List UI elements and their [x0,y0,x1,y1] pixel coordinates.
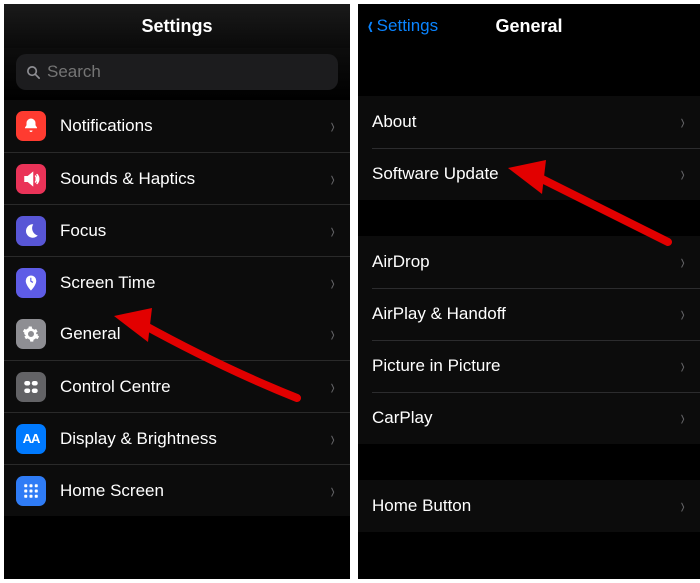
row-label: AirDrop [372,252,679,272]
row-label: About [372,112,679,132]
row-about[interactable]: About › [358,96,700,148]
chevron-right-icon: › [330,321,334,347]
group-gap [358,200,700,236]
chevron-right-icon: › [680,493,684,519]
sounds-icon [16,164,46,194]
row-label: Control Centre [60,377,329,397]
control-centre-icon [16,372,46,402]
row-focus[interactable]: Focus › [4,204,350,256]
row-label: General [60,324,329,344]
row-label: Software Update [372,164,679,184]
group-gap [358,444,700,480]
search-field[interactable] [16,54,338,90]
chevron-right-icon: › [330,166,334,192]
row-home-screen[interactable]: Home Screen › [4,464,350,516]
chevron-left-icon: ‹ [368,10,373,41]
chevron-right-icon: › [680,109,684,135]
search-wrap [4,48,350,100]
row-label: AirPlay & Handoff [372,304,679,324]
settings-group-2: General › Control Centre › AA Display & … [4,308,350,516]
chevron-right-icon: › [680,301,684,327]
search-input[interactable] [47,62,328,82]
general-group-2: AirDrop › AirPlay & Handoff › Picture in… [358,236,700,444]
display-icon: AA [16,424,46,454]
chevron-right-icon: › [330,218,334,244]
row-sounds-haptics[interactable]: Sounds & Haptics › [4,152,350,204]
row-label: Home Button [372,496,679,516]
settings-group-1: Notifications › Sounds & Haptics › Focus… [4,100,350,308]
row-software-update[interactable]: Software Update › [358,148,700,200]
group-gap [358,48,700,96]
row-carplay[interactable]: CarPlay › [358,392,700,444]
search-icon [26,64,41,80]
chevron-right-icon: › [330,113,334,139]
row-label: Home Screen [60,481,329,501]
chevron-right-icon: › [680,249,684,275]
row-picture-in-picture[interactable]: Picture in Picture › [358,340,700,392]
general-icon [16,319,46,349]
home-screen-icon [16,476,46,506]
row-screen-time[interactable]: Screen Time › [4,256,350,308]
general-group-3: Home Button › [358,480,700,532]
row-notifications[interactable]: Notifications › [4,100,350,152]
row-general[interactable]: General › [4,308,350,360]
back-label: Settings [377,16,438,36]
chevron-right-icon: › [330,478,334,504]
back-button[interactable]: ‹ Settings [366,12,438,41]
chevron-right-icon: › [330,270,334,296]
row-label: Screen Time [60,273,329,293]
page-title: General [495,16,562,37]
row-label: Display & Brightness [60,429,329,449]
row-home-button[interactable]: Home Button › [358,480,700,532]
row-label: Sounds & Haptics [60,169,329,189]
general-screen: ‹ Settings General About › Software Upda… [358,4,700,579]
settings-screen: Settings Notifications › Sounds & Haptic… [4,4,350,579]
notifications-icon [16,111,46,141]
row-label: Focus [60,221,329,241]
page-title: Settings [4,4,350,48]
chevron-right-icon: › [330,426,334,452]
row-label: Picture in Picture [372,356,679,376]
nav-header: ‹ Settings General [358,4,700,48]
row-label: Notifications [60,116,329,136]
row-display-brightness[interactable]: AA Display & Brightness › [4,412,350,464]
row-control-centre[interactable]: Control Centre › [4,360,350,412]
chevron-right-icon: › [680,405,684,431]
focus-icon [16,216,46,246]
chevron-right-icon: › [330,374,334,400]
row-airplay-handoff[interactable]: AirPlay & Handoff › [358,288,700,340]
row-label: CarPlay [372,408,679,428]
chevron-right-icon: › [680,353,684,379]
chevron-right-icon: › [680,161,684,187]
general-group-1: About › Software Update › [358,96,700,200]
screen-time-icon [16,268,46,298]
row-airdrop[interactable]: AirDrop › [358,236,700,288]
